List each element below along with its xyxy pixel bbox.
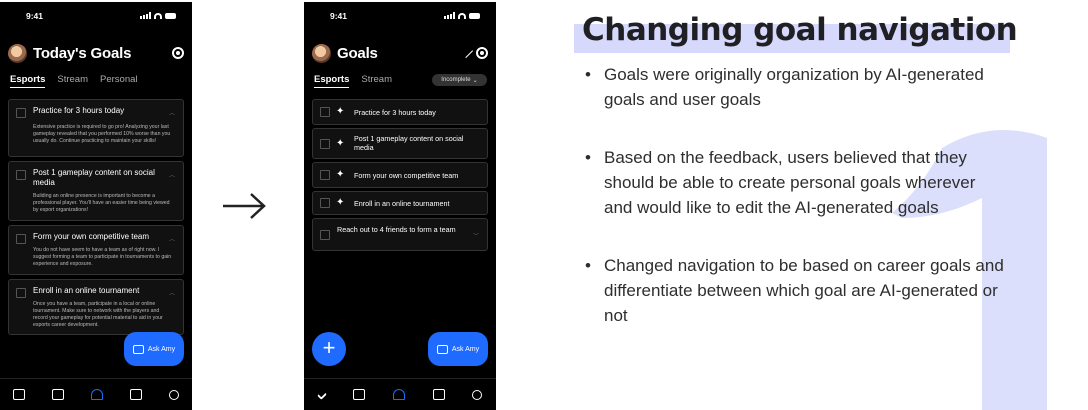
chevron-down-icon[interactable]: ﹀ bbox=[473, 231, 479, 240]
ask-amy-button[interactable]: Ask Amy bbox=[124, 332, 184, 366]
avatar[interactable] bbox=[8, 43, 27, 63]
nav-home-icon[interactable] bbox=[90, 389, 103, 400]
tab-esports[interactable]: Esports bbox=[314, 74, 350, 88]
ask-amy-label: Ask Amy bbox=[147, 345, 176, 353]
goal-checkbox[interactable] bbox=[16, 170, 26, 180]
nav-monitor-icon[interactable] bbox=[432, 389, 445, 400]
phone-screen-before: 9:41 Today's Goals Esports Stream Person… bbox=[0, 2, 192, 410]
status-icons bbox=[140, 12, 176, 19]
nav-home-icon[interactable] bbox=[392, 389, 405, 400]
ai-sparkle-icon: ✦ bbox=[336, 138, 345, 149]
slide-title: Changing goal navigation bbox=[582, 12, 1018, 48]
phone-screen-after: 9:41 Goals Esports Stream Incomplete ⌄ ✦… bbox=[304, 2, 496, 410]
ai-sparkle-icon: ✦ bbox=[336, 197, 345, 208]
avatar[interactable] bbox=[312, 43, 331, 63]
battery-icon bbox=[469, 12, 480, 19]
goal-checkbox[interactable] bbox=[16, 234, 26, 244]
bullet-item: Changed navigation to be based on career… bbox=[585, 253, 1005, 328]
signal-icon bbox=[140, 12, 151, 19]
goal-title: Practice for 3 hours today bbox=[33, 106, 125, 115]
ai-sparkle-icon: ✦ bbox=[336, 106, 345, 117]
goal-card[interactable]: Enroll in an online tournament ︿ Once yo… bbox=[8, 279, 184, 335]
battery-icon bbox=[165, 12, 176, 19]
bottom-nav bbox=[304, 378, 496, 410]
tab-stream[interactable]: Stream bbox=[361, 74, 392, 88]
add-goal-button[interactable]: + bbox=[312, 332, 346, 366]
status-icons bbox=[444, 12, 480, 19]
goal-description: Extensive practice is required to go pro… bbox=[33, 124, 171, 144]
chat-icon bbox=[132, 344, 144, 354]
bullet-list: Goals were originally organization by AI… bbox=[585, 62, 1005, 328]
goal-title: Form your own competitive team bbox=[354, 171, 459, 180]
goal-description: Once you have a team, participate in a l… bbox=[33, 301, 163, 328]
pencil-icon[interactable] bbox=[458, 43, 474, 59]
goal-checkbox[interactable] bbox=[16, 288, 26, 298]
status-bar: 9:41 bbox=[26, 11, 176, 23]
goal-title: Form your own competitive team bbox=[33, 232, 150, 241]
goal-description: You do not have seem to have a team as o… bbox=[33, 247, 172, 267]
nav-profile-icon[interactable] bbox=[472, 389, 483, 400]
ai-sparkle-icon: ✦ bbox=[336, 169, 345, 180]
ask-amy-button[interactable]: Ask Amy bbox=[428, 332, 488, 366]
goal-title: Post 1 gameplay content on social media bbox=[354, 134, 464, 152]
goal-card[interactable]: Practice for 3 hours today ︿ Extensive p… bbox=[8, 99, 184, 157]
goal-title: Enroll in an online tournament bbox=[354, 199, 450, 208]
nav-monitor-icon[interactable] bbox=[129, 389, 142, 400]
goal-checkbox[interactable] bbox=[320, 139, 330, 149]
page-title: Goals bbox=[337, 44, 378, 62]
nav-profile-icon[interactable] bbox=[168, 389, 179, 400]
goal-checkbox[interactable] bbox=[320, 107, 330, 117]
tab-esports[interactable]: Esports bbox=[10, 74, 46, 88]
goal-checkbox[interactable] bbox=[320, 230, 330, 240]
page-header: Today's Goals bbox=[8, 42, 184, 64]
chevron-up-icon[interactable]: ︿ bbox=[169, 108, 175, 117]
chevron-down-icon: ⌄ bbox=[472, 77, 478, 84]
category-tabs: Esports Stream Personal bbox=[10, 74, 182, 88]
goal-row[interactable]: ✦ Post 1 gameplay content on social medi… bbox=[312, 128, 488, 159]
goal-title: Reach out to 4 friends to form a team bbox=[337, 225, 456, 234]
filter-value: Incomplete bbox=[441, 77, 471, 83]
wifi-icon bbox=[154, 12, 162, 19]
page-header: Goals bbox=[312, 42, 488, 64]
gear-icon[interactable] bbox=[476, 47, 488, 59]
goal-description: Building an online presence is important… bbox=[33, 193, 170, 213]
goal-card[interactable]: Post 1 gameplay content on social media … bbox=[8, 161, 184, 221]
nav-chat-icon[interactable] bbox=[52, 389, 65, 400]
nav-chat-icon[interactable] bbox=[353, 389, 366, 400]
page-title: Today's Goals bbox=[33, 44, 132, 62]
nav-goals-icon[interactable] bbox=[316, 389, 327, 400]
bullet-item: Based on the feedback, users believed th… bbox=[585, 145, 1005, 220]
ask-amy-label: Ask Amy bbox=[451, 345, 480, 353]
goal-row[interactable]: ✦ Practice for 3 hours today bbox=[312, 99, 488, 125]
goal-row[interactable]: ✦ Enroll in an online tournament bbox=[312, 191, 488, 215]
signal-icon bbox=[444, 12, 455, 19]
goal-checkbox[interactable] bbox=[320, 170, 330, 180]
goal-card[interactable]: Form your own competitive team ︿ You do … bbox=[8, 225, 184, 275]
tab-stream[interactable]: Stream bbox=[57, 74, 88, 88]
status-time: 9:41 bbox=[330, 11, 348, 21]
goal-title: Enroll in an online tournament bbox=[33, 286, 140, 295]
goal-title: Post 1 gameplay content on social media bbox=[33, 168, 155, 187]
status-filter-dropdown[interactable]: Incomplete ⌄ bbox=[432, 74, 487, 86]
goal-checkbox[interactable] bbox=[320, 198, 330, 208]
goal-row[interactable]: ✦ Form your own competitive team bbox=[312, 162, 488, 188]
chevron-up-icon[interactable]: ︿ bbox=[169, 170, 175, 179]
goal-row[interactable]: Reach out to 4 friends to form a team ﹀ bbox=[312, 218, 488, 251]
bullet-item: Goals were originally organization by AI… bbox=[585, 62, 1005, 112]
bottom-nav bbox=[0, 378, 192, 410]
chevron-up-icon[interactable]: ︿ bbox=[169, 288, 175, 297]
tab-personal[interactable]: Personal bbox=[100, 74, 138, 88]
gear-icon[interactable] bbox=[172, 47, 184, 59]
status-time: 9:41 bbox=[26, 11, 44, 21]
wifi-icon bbox=[458, 12, 466, 19]
nav-goals-icon[interactable] bbox=[13, 389, 26, 400]
goal-title: Practice for 3 hours today bbox=[354, 108, 436, 117]
slide-title-block: Changing goal navigation bbox=[574, 12, 1018, 54]
goal-checkbox[interactable] bbox=[16, 108, 26, 118]
arrow-right-icon bbox=[223, 193, 266, 219]
chat-icon bbox=[436, 344, 448, 354]
chevron-up-icon[interactable]: ︿ bbox=[169, 234, 175, 243]
status-bar: 9:41 bbox=[330, 11, 480, 23]
